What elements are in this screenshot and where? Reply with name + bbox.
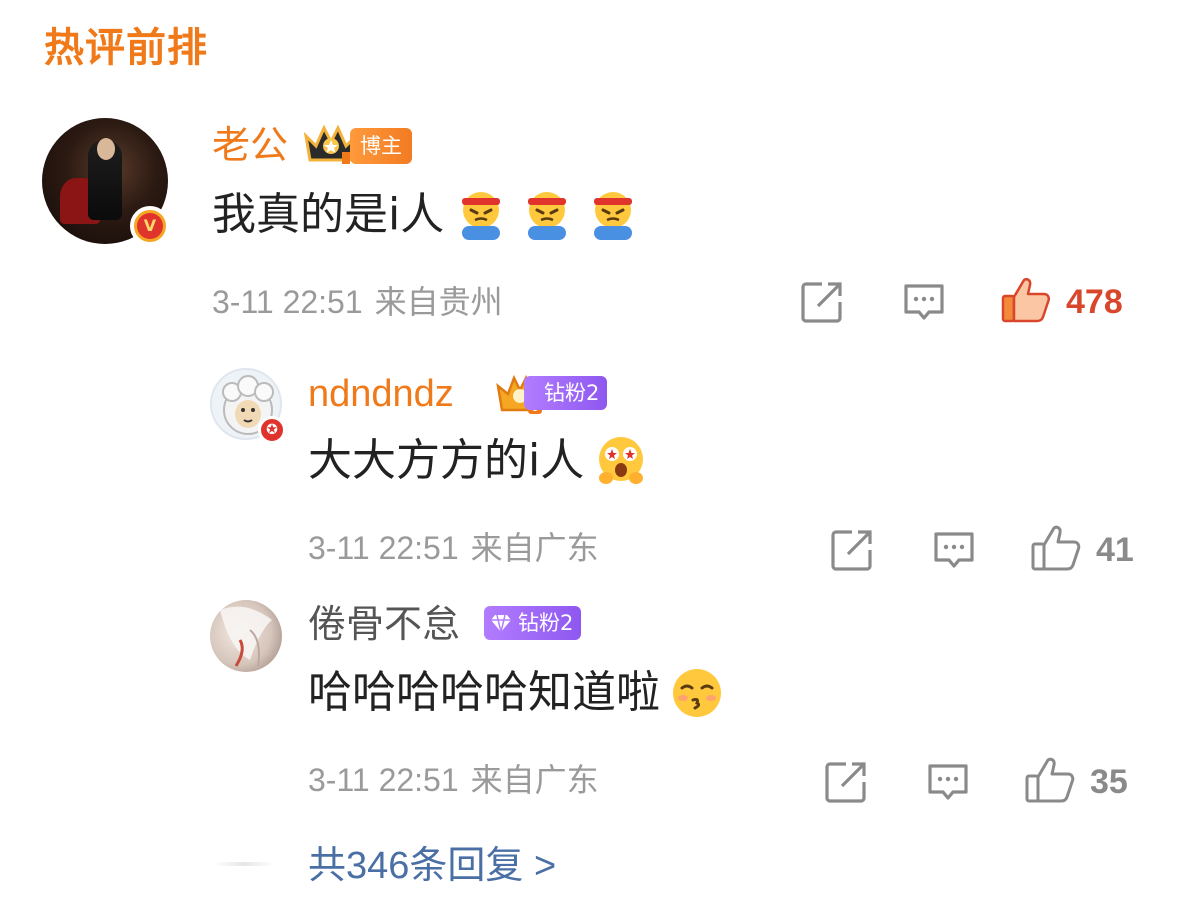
avatar[interactable] bbox=[210, 600, 282, 672]
comment-location: 来自贵州 bbox=[374, 284, 503, 320]
angry-headband-emoji-icon bbox=[594, 192, 633, 240]
reply-text-content: 哈哈哈哈哈知道啦 bbox=[308, 667, 660, 718]
diamond-icon bbox=[491, 614, 511, 633]
author-badge: 博主 bbox=[350, 128, 412, 164]
section-title: 热评前排 bbox=[44, 25, 208, 71]
reply-text-content: 大大方方的i人 bbox=[308, 435, 585, 486]
comment-icon[interactable] bbox=[926, 762, 970, 804]
reply-text: 哈哈哈哈哈知道啦 bbox=[308, 664, 726, 722]
share-icon[interactable] bbox=[800, 280, 844, 324]
like-icon-active[interactable] bbox=[1000, 276, 1052, 324]
fan-badge-label: 钻粉2 bbox=[544, 381, 600, 405]
fan-badge: 钻粉2 bbox=[484, 606, 582, 640]
angry-headband-emoji-icon bbox=[462, 192, 501, 240]
comment-text-content: 我真的是i人 bbox=[212, 189, 445, 240]
comment-icon[interactable] bbox=[932, 530, 976, 572]
comment-meta: 3-11 22:51 来自贵州 bbox=[212, 282, 515, 322]
like-count: 35 bbox=[1090, 763, 1128, 801]
like-icon[interactable] bbox=[1024, 756, 1076, 804]
share-icon[interactable] bbox=[824, 760, 868, 804]
share-icon[interactable] bbox=[830, 528, 874, 572]
more-replies-link[interactable]: 共346条回复 > bbox=[308, 842, 556, 890]
comment-icon[interactable] bbox=[902, 282, 946, 324]
reply-location: 来自广东 bbox=[470, 530, 599, 566]
comment-time: 3-11 22:51 bbox=[212, 284, 363, 320]
author-name[interactable]: 老公 bbox=[212, 120, 288, 170]
kiss-emoji-icon bbox=[673, 669, 721, 717]
reply-text: 大大方方的i人 bbox=[308, 432, 650, 490]
star-eyes-emoji-icon bbox=[599, 437, 644, 484]
verified-v-icon: V bbox=[130, 206, 170, 246]
fan-badge-label: 钻粉2 bbox=[518, 611, 574, 635]
reply-author-name[interactable]: 倦骨不怠 bbox=[308, 600, 460, 648]
reply-meta: 3-11 22:51 来自广东 bbox=[308, 528, 611, 568]
reply-author-name[interactable]: ndndndz bbox=[308, 370, 454, 418]
angry-headband-emoji-icon bbox=[528, 192, 567, 240]
reply-time: 3-11 22:51 bbox=[308, 762, 459, 798]
like-count: 478 bbox=[1066, 283, 1123, 321]
fan-badge: 钻粉2 bbox=[524, 376, 608, 410]
like-count: 41 bbox=[1096, 531, 1134, 569]
like-icon[interactable] bbox=[1030, 524, 1082, 572]
divider bbox=[214, 862, 274, 866]
reply-meta: 3-11 22:51 来自广东 bbox=[308, 760, 611, 800]
hot-comments-panel: 热评前排 V 老公 博主 我真的是i人 3-11 22:51 来自贵州 478 … bbox=[0, 0, 1179, 906]
reply-location: 来自广东 bbox=[470, 762, 599, 798]
star-badge-icon: ✪ bbox=[258, 416, 286, 444]
comment-text: 我真的是i人 bbox=[212, 186, 642, 244]
reply-time: 3-11 22:51 bbox=[308, 530, 459, 566]
